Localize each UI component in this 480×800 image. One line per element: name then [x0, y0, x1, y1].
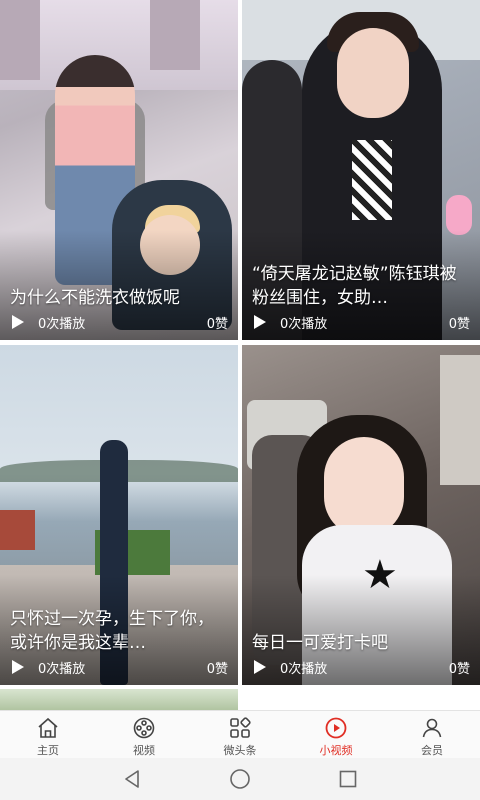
recents-square-icon — [339, 770, 357, 788]
tab-label: 小视频 — [319, 744, 353, 757]
tab-label: 视频 — [133, 744, 155, 757]
video-card[interactable] — [242, 689, 480, 710]
play-icon — [254, 660, 266, 674]
tab-label: 会员 — [421, 744, 443, 757]
home-button[interactable] — [186, 758, 294, 800]
film-reel-icon — [131, 715, 157, 741]
video-meta: 0次播放 0赞 — [254, 312, 470, 332]
play-count: 0次播放 — [38, 316, 86, 332]
system-navigation-bar — [0, 758, 480, 800]
back-button[interactable] — [78, 758, 186, 800]
like-count: 0赞 — [206, 661, 228, 677]
video-card[interactable]: ★ 每日一可爱打卡吧 0次播放 0赞 — [242, 345, 480, 685]
video-card[interactable]: “倚天屠龙记赵敏”陈钰琪被粉丝围住，女助… 0次播放 0赞 — [242, 0, 480, 340]
play-count: 0次播放 — [38, 661, 86, 677]
video-card[interactable] — [0, 689, 238, 710]
video-meta: 0次播放 0赞 — [254, 657, 470, 677]
video-card[interactable]: 为什么不能洗衣做饭呢 0次播放 0赞 — [0, 0, 238, 340]
video-title: 为什么不能洗衣做饭呢 — [10, 288, 180, 308]
tab-video[interactable]: 视频 — [96, 711, 192, 758]
video-title: “倚天屠龙记赵敏”陈钰琪被粉丝围住，女助… — [252, 264, 457, 308]
like-count: 0赞 — [206, 316, 228, 332]
play-circle-icon — [323, 715, 349, 741]
home-icon — [35, 715, 61, 741]
tab-member[interactable]: 会员 — [384, 711, 480, 758]
video-title: 每日一可爱打卡吧 — [252, 633, 388, 653]
video-thumbnail — [242, 689, 480, 710]
tab-short-video[interactable]: 小视频 — [288, 711, 384, 758]
short-video-feed[interactable]: 为什么不能洗衣做饭呢 0次播放 0赞 “倚天屠龙记赵敏”陈钰琪被粉丝围住，女助…… — [0, 0, 480, 710]
like-count: 0赞 — [448, 316, 470, 332]
play-icon — [254, 315, 266, 329]
play-count: 0次播放 — [280, 316, 328, 332]
video-card[interactable]: 只怀过一次孕，生下了你，或许你是我这辈… 0次播放 0赞 — [0, 345, 238, 685]
tab-micro-headline[interactable]: 微头条 — [192, 711, 288, 758]
video-meta: 0次播放 0赞 — [12, 657, 228, 677]
bottom-tab-bar: 主页 视频 微头条 小视频 会员 — [0, 710, 480, 758]
play-count: 0次播放 — [280, 661, 328, 677]
video-thumbnail — [0, 689, 238, 710]
back-triangle-icon — [125, 770, 139, 788]
recents-button[interactable] — [294, 758, 402, 800]
tab-label: 微头条 — [223, 744, 257, 757]
play-icon — [12, 660, 24, 674]
play-icon — [12, 315, 24, 329]
person-icon — [419, 715, 445, 741]
tab-home[interactable]: 主页 — [0, 711, 96, 758]
video-title: 只怀过一次孕，生下了你，或许你是我这辈… — [10, 609, 214, 653]
tab-label: 主页 — [37, 744, 59, 757]
grid-icon — [227, 715, 253, 741]
video-meta: 0次播放 0赞 — [12, 312, 228, 332]
like-count: 0赞 — [448, 661, 470, 677]
home-circle-icon — [230, 769, 250, 789]
